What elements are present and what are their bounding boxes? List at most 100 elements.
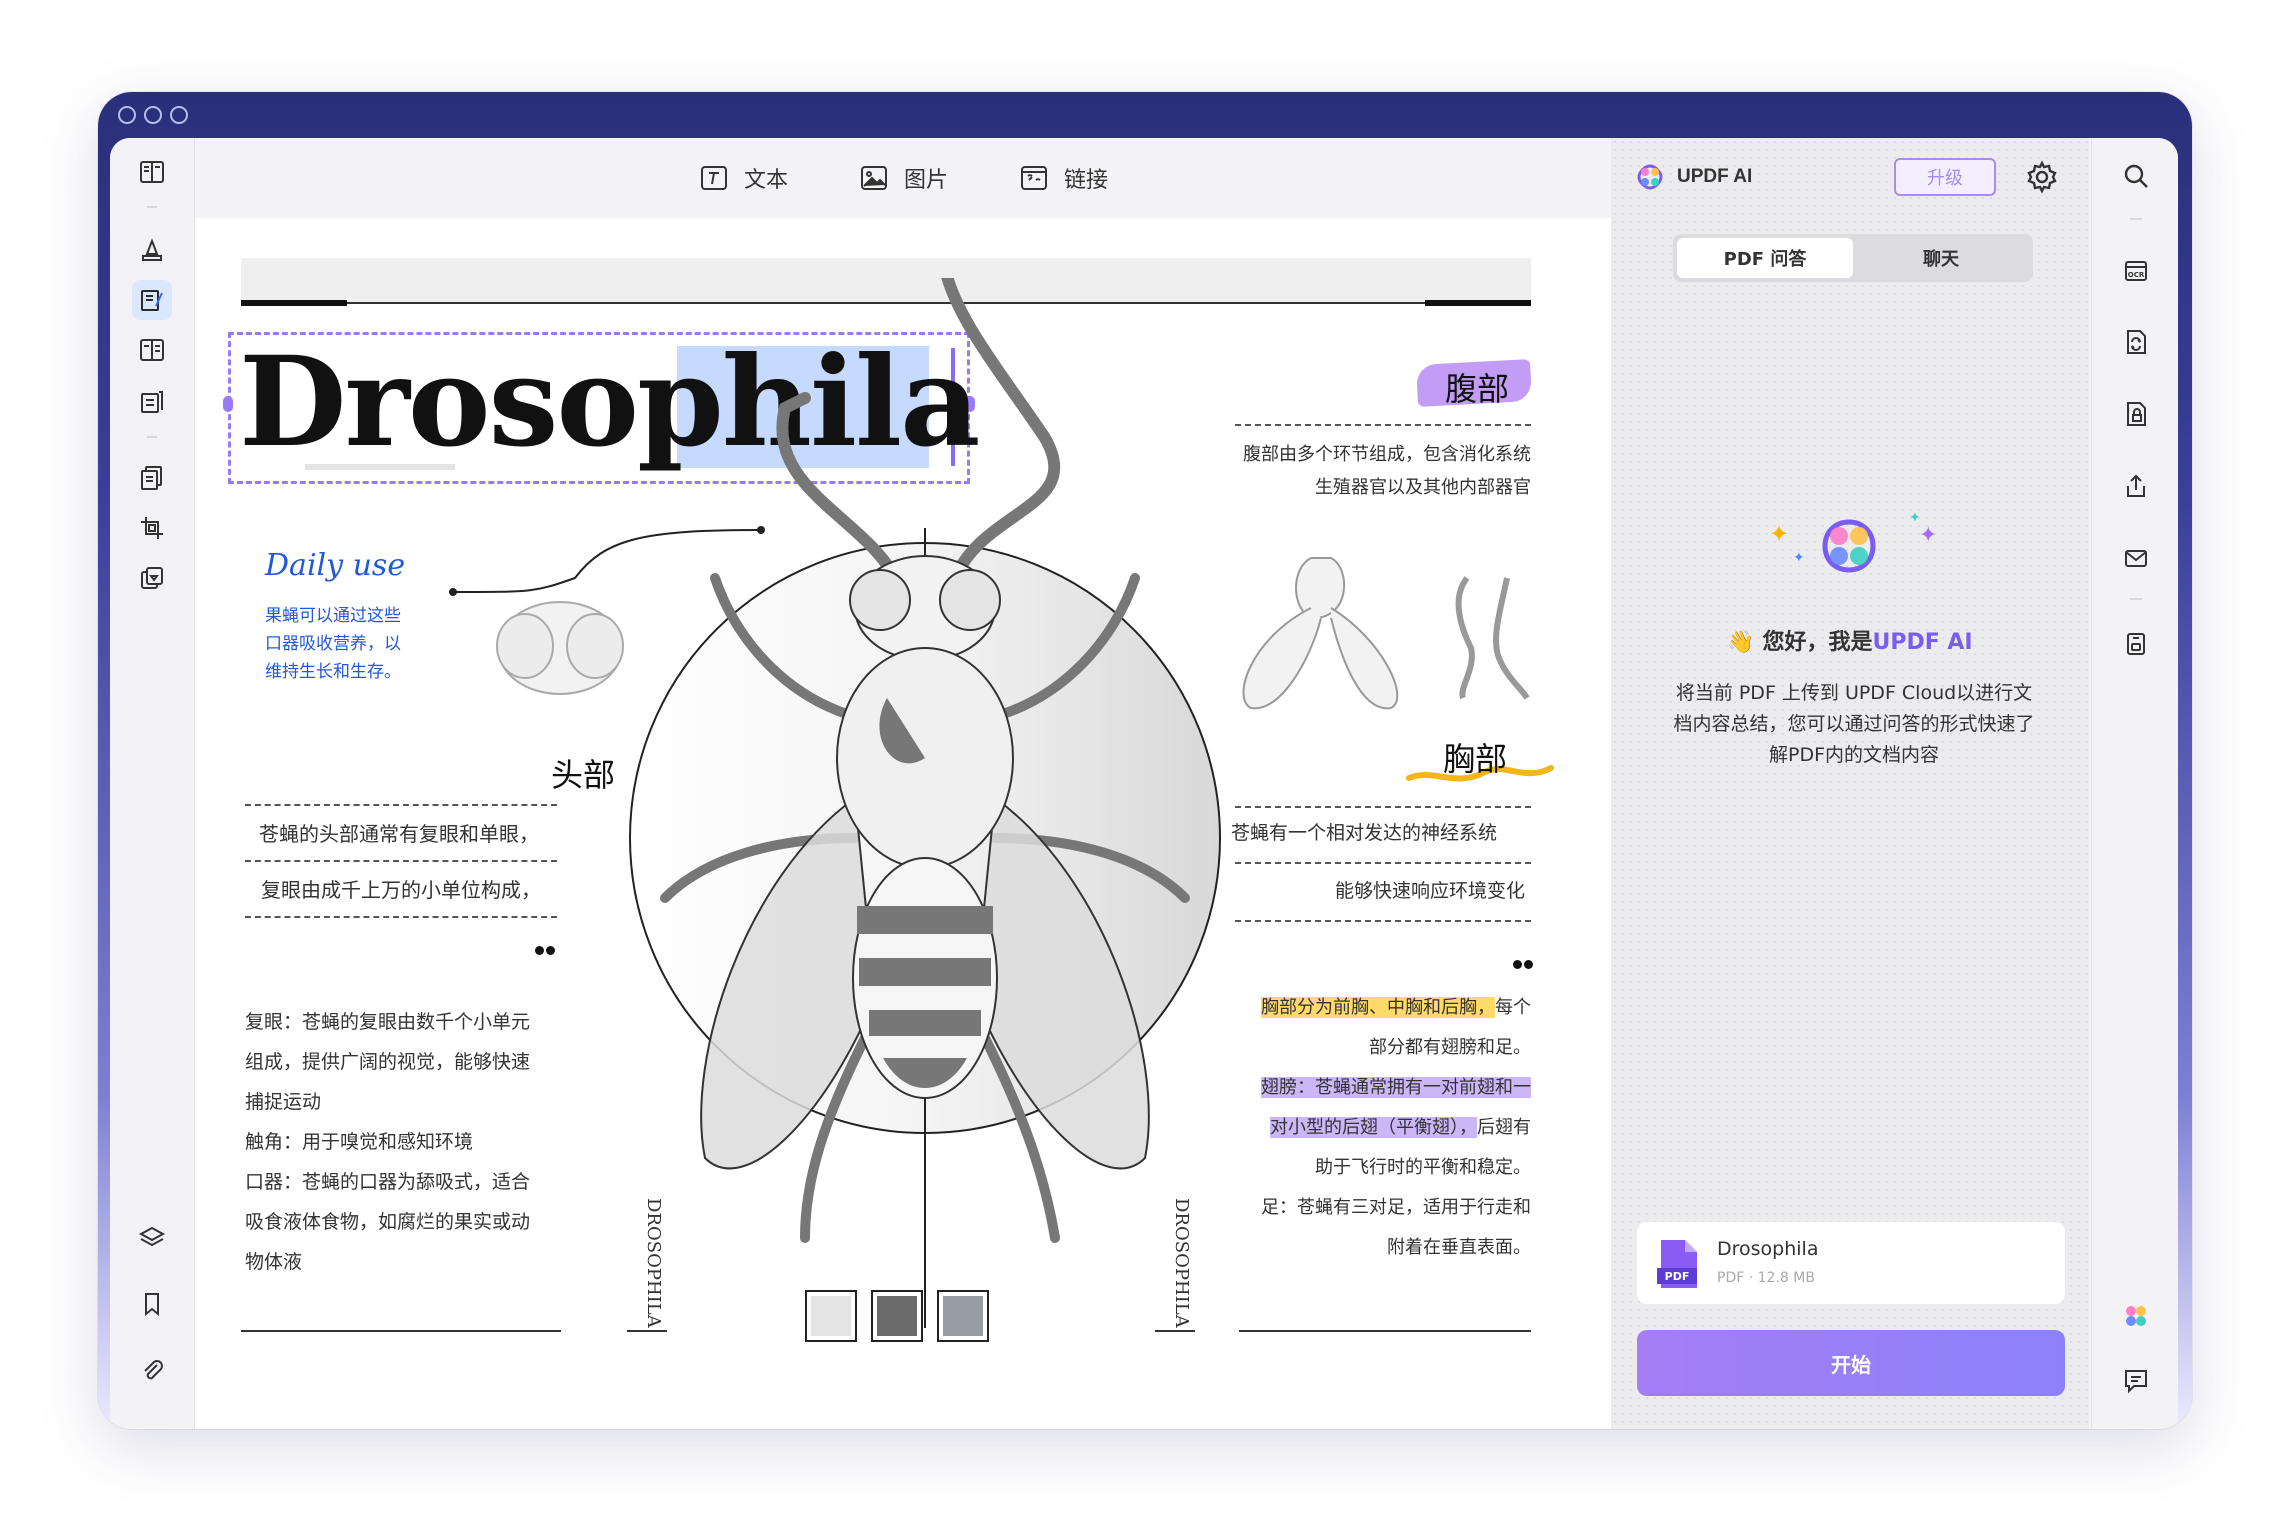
share-icon[interactable] [2118, 468, 2154, 504]
svg-text:✦: ✦ [1769, 520, 1789, 548]
footer-rule [241, 1330, 561, 1332]
mail-icon[interactable] [2118, 540, 2154, 576]
abdomen-text: 腹部由多个环节组成，包含消化系统 生殖器官以及其他内部器官 [1243, 444, 1531, 498]
reader-icon[interactable] [132, 152, 172, 192]
app-window: 文本 图片 链接 Drosophila Daily use 果蝇可以通过这些 口… [98, 92, 2192, 1429]
svg-text:✦: ✦ [1919, 523, 1937, 548]
title-underline [305, 464, 455, 470]
tab-pdf-qa[interactable]: PDF 问答 [1677, 238, 1853, 278]
text-tool-label: 文本 [743, 168, 788, 193]
updf-ai-logo-icon [1637, 164, 1663, 190]
wing-sketch [1242, 557, 1530, 710]
pdf-file-icon: PDF [1657, 1240, 1697, 1288]
abdomen-divider [1235, 424, 1531, 426]
color-swatch-light[interactable] [805, 1290, 857, 1342]
ai-greeting: 👋 您好，我是UPDF AI [1727, 630, 1973, 655]
minimize-window-icon[interactable] [144, 106, 162, 124]
footer-rule [1239, 1330, 1531, 1332]
text-tool-icon [700, 166, 727, 190]
attachment-icon[interactable] [132, 1350, 172, 1390]
image-tool-label: 图片 [903, 168, 948, 193]
vertical-label-left: DROSOPHILA [643, 1198, 664, 1328]
file-meta: PDF · 12.8 MB [1717, 1270, 1815, 1286]
ai-description: 将当前 PDF 上传到 UPDF Cloud以进行文档内容总结，您可以通过问答的… [1673, 682, 2035, 766]
protect-icon[interactable] [2118, 396, 2154, 432]
color-swatch-dark[interactable] [871, 1290, 923, 1342]
rail-separator [2130, 598, 2142, 600]
daily-use-label: Daily use [265, 548, 406, 583]
document-area: 文本 图片 链接 Drosophila Daily use 果蝇可以通过这些 口… [195, 138, 1611, 1429]
search-icon[interactable] [2118, 158, 2154, 194]
right-toolbar: OCR [2091, 138, 2178, 1429]
form-icon[interactable] [132, 382, 172, 422]
thorax-detail: 胸部分为前胸、中胸和后胸，每个 部分都有翅膀和足。 翅膀：苍蝇通常拥有一对前翅和… [1261, 997, 1531, 1258]
close-window-icon[interactable] [118, 106, 136, 124]
thorax-line-1: 苍蝇有一个相对发达的神经系统 [1231, 822, 1498, 844]
drosophila-illustration [629, 278, 1221, 1328]
layers-icon[interactable] [132, 1218, 172, 1258]
settings-gear-icon[interactable] [2025, 160, 2059, 194]
pdf-page: Drosophila Daily use 果蝇可以通过这些 口器吸收营养，以 维… [195, 218, 1611, 1429]
convert-icon[interactable] [132, 558, 172, 598]
convert-icon[interactable] [2118, 324, 2154, 360]
add-image-button[interactable]: 图片 [858, 162, 948, 194]
bullet-dot [546, 946, 555, 955]
link-tool-icon [1021, 166, 1047, 190]
page-icon[interactable] [132, 458, 172, 498]
head-line-2: 复眼由成千上万的小单位构成， [261, 878, 541, 902]
add-text-button[interactable]: 文本 [698, 162, 788, 194]
svg-text:✦: ✦ [1793, 550, 1805, 566]
ai-mode-tabs: PDF 问答 聊天 [1673, 234, 2033, 282]
save-icon[interactable] [2118, 626, 2154, 662]
start-button[interactable]: 开始 [1637, 1330, 2065, 1396]
comment-icon[interactable] [2118, 1362, 2154, 1398]
head-sketch [496, 601, 624, 695]
rail-separator [147, 206, 157, 208]
thorax-line-2: 能够快速响应环境变化 [1334, 880, 1525, 902]
highlighter-icon[interactable] [132, 230, 172, 270]
bookmark-icon[interactable] [132, 1284, 172, 1324]
svg-text:OCR: OCR [2128, 271, 2145, 279]
ai-welcome-logo-icon: ✦ ✦ ✦ ✦ [1769, 510, 1937, 573]
color-swatch-medium[interactable] [937, 1290, 989, 1342]
file-card[interactable]: PDF Drosophila PDF · 12.8 MB [1637, 1222, 2065, 1304]
bullet-dot [535, 946, 544, 955]
vertical-label-right: DROSOPHILA [1171, 1198, 1192, 1328]
add-link-button[interactable]: 链接 [1018, 162, 1108, 194]
zoom-window-icon[interactable] [170, 106, 188, 124]
svg-text:✦: ✦ [1909, 510, 1921, 526]
thorax-divider [1235, 920, 1531, 922]
header-rule-accent [241, 300, 347, 306]
organize-icon[interactable] [132, 330, 172, 370]
ai-title: UPDF AI [1677, 166, 1753, 187]
file-name: Drosophila [1717, 1238, 1819, 1260]
ocr-icon[interactable]: OCR [2118, 252, 2154, 288]
image-tool-icon [860, 166, 887, 190]
bullet-dot [1524, 960, 1533, 969]
head-divider [245, 916, 557, 918]
pdf-badge: PDF [1665, 1270, 1690, 1283]
head-detail: 复眼：苍蝇的复眼由数千个小单元 组成，提供广阔的视觉，能够快速 捕捉运动 触角：… [245, 1011, 531, 1273]
head-divider [245, 804, 557, 806]
resize-handle-left[interactable] [223, 396, 233, 412]
head-heading: 头部 [551, 756, 616, 794]
upgrade-button[interactable]: 升级 [1894, 158, 1996, 196]
thorax-divider [1235, 862, 1531, 864]
head-line-1: 苍蝇的头部通常有复眼和单眼， [259, 822, 539, 846]
thorax-heading: 胸部 [1443, 740, 1508, 778]
head-divider [245, 860, 557, 862]
rail-separator [2130, 218, 2142, 220]
app-content: 文本 图片 链接 Drosophila Daily use 果蝇可以通过这些 口… [110, 138, 2178, 1429]
edit-toolbar: 文本 图片 链接 [195, 138, 1611, 218]
updf-ai-icon[interactable] [2118, 1298, 2154, 1334]
tab-chat[interactable]: 聊天 [1853, 238, 2029, 278]
ai-header: UPDF AI [1635, 162, 1752, 192]
rail-separator [147, 436, 157, 438]
ai-assistant-panel: UPDF AI 升级 PDF 问答 聊天 ✦ ✦ ✦ ✦ 👋 您好，我是UPDF… [1611, 138, 2089, 1429]
crop-icon[interactable] [132, 508, 172, 548]
edit-pdf-icon[interactable] [132, 280, 172, 320]
thorax-divider [1235, 806, 1531, 808]
bullet-dot [1513, 960, 1522, 969]
wave-emoji: 👋 [1727, 630, 1755, 655]
link-tool-label: 链接 [1064, 168, 1109, 193]
